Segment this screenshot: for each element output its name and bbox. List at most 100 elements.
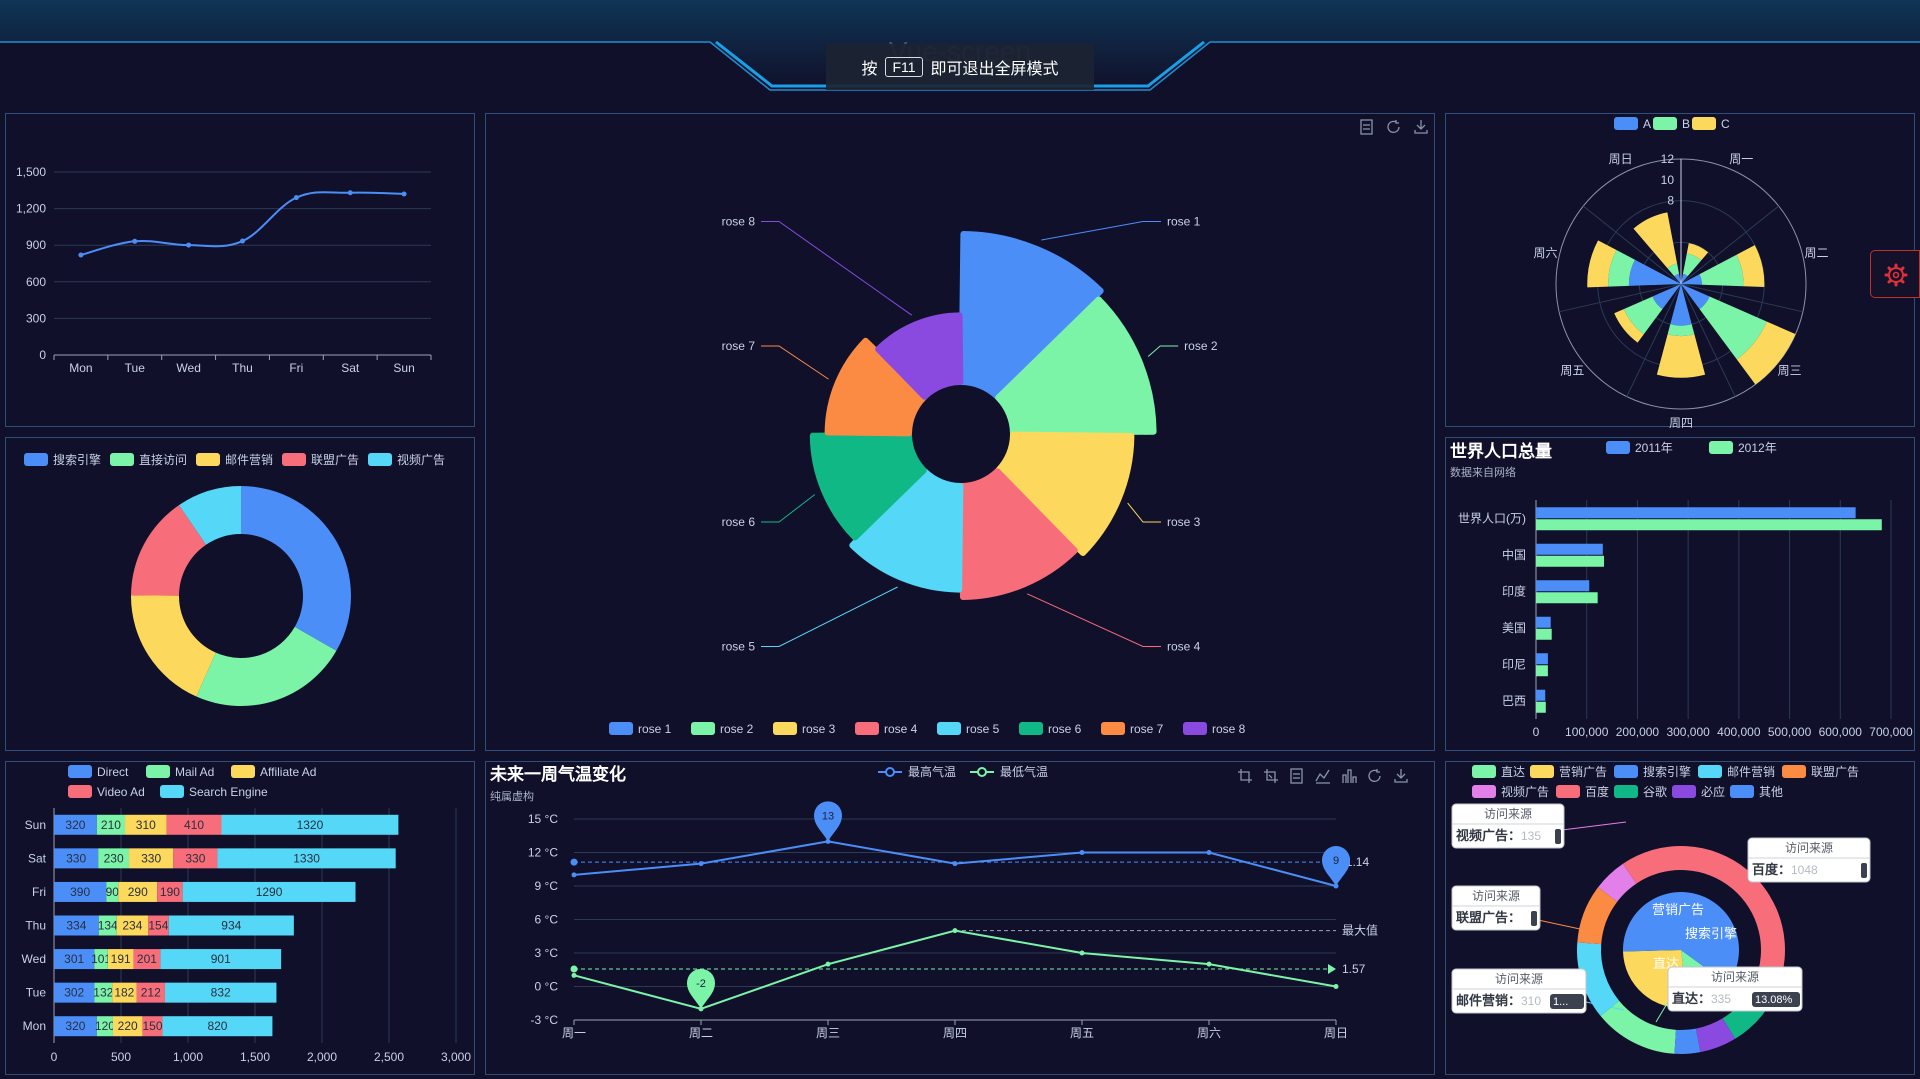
temp-legend-marker xyxy=(885,767,895,777)
settings-button[interactable] xyxy=(1870,250,1920,298)
stacked-bar-label: 134 xyxy=(98,919,118,933)
donut-legend-swatch[interactable] xyxy=(368,453,392,466)
stacked-bar-label: 901 xyxy=(211,952,231,966)
polar-bar[interactable] xyxy=(1633,212,1678,269)
mark-pin: -2 xyxy=(687,968,715,1009)
y-tick-label: 15 °C xyxy=(528,812,558,826)
stacked-bar-label: 334 xyxy=(66,919,86,933)
population-bar[interactable] xyxy=(1536,555,1605,567)
y-tick-label: 600 xyxy=(26,275,46,289)
rose-legend-swatch[interactable] xyxy=(691,722,715,735)
icon-part xyxy=(1387,120,1400,133)
nested-legend-swatch[interactable] xyxy=(1782,765,1806,778)
mark-pin: 9 xyxy=(1322,846,1350,886)
polar-legend-swatch[interactable] xyxy=(1614,117,1638,130)
rose-legend-swatch[interactable] xyxy=(1183,722,1207,735)
population-bar[interactable] xyxy=(1536,665,1548,677)
polar-legend-label: A xyxy=(1643,117,1651,131)
population-bar[interactable] xyxy=(1536,701,1546,713)
temp-point xyxy=(825,961,831,967)
population-bar[interactable] xyxy=(1536,689,1546,701)
polar-legend-swatch[interactable] xyxy=(1692,117,1716,130)
nested-slice[interactable] xyxy=(1600,1000,1676,1054)
stacked-legend-swatch[interactable] xyxy=(160,785,184,798)
callout-name: 百度： xyxy=(1752,862,1791,877)
donut-legend-swatch[interactable] xyxy=(282,453,306,466)
population-bar[interactable] xyxy=(1536,592,1598,604)
rose-legend-swatch[interactable] xyxy=(609,722,633,735)
line-type-icon[interactable] xyxy=(1315,769,1330,784)
x-tick-label: 500 xyxy=(111,1050,131,1064)
stacked-legend-swatch[interactable] xyxy=(146,765,170,778)
nested-legend-swatch[interactable] xyxy=(1556,785,1580,798)
rose-legend-swatch[interactable] xyxy=(1019,722,1043,735)
save-image-icon[interactable] xyxy=(1394,769,1408,783)
population-bar[interactable] xyxy=(1536,628,1552,640)
donut-legend-swatch[interactable] xyxy=(110,453,134,466)
callout-badge: 1... xyxy=(1553,996,1568,1008)
nested-legend-swatch[interactable] xyxy=(1614,765,1638,778)
donut-legend-swatch[interactable] xyxy=(196,453,220,466)
population-bar[interactable] xyxy=(1536,653,1548,665)
stacked-legend-swatch[interactable] xyxy=(68,765,92,778)
donut-legend-swatch[interactable] xyxy=(24,453,48,466)
rose-label: rose 6 xyxy=(722,515,756,529)
callout-value: 1048 xyxy=(1791,863,1818,877)
stacked-legend-swatch[interactable] xyxy=(68,785,92,798)
polar-bar[interactable] xyxy=(1699,254,1744,287)
rose-legend-swatch[interactable] xyxy=(1101,722,1125,735)
population-legend-label: 2012年 xyxy=(1738,441,1777,455)
stacked-bar-label: 320 xyxy=(65,818,85,832)
nested-legend-swatch[interactable] xyxy=(1672,785,1696,798)
rose-legend-swatch[interactable] xyxy=(773,722,797,735)
population-bar[interactable] xyxy=(1536,507,1856,519)
avg-low-arrow xyxy=(1328,963,1336,974)
rose-label-line xyxy=(1026,593,1161,647)
population-legend-swatch[interactable] xyxy=(1606,441,1630,454)
restore-icon[interactable] xyxy=(1368,769,1381,782)
callout-line xyxy=(1561,821,1627,831)
x-tick-label: Sat xyxy=(341,361,360,375)
donut-slice[interactable] xyxy=(196,626,337,706)
nested-legend-swatch[interactable] xyxy=(1472,785,1496,798)
population-bar[interactable] xyxy=(1536,616,1551,628)
polar-category-label: 周四 xyxy=(1669,416,1693,428)
stacked-legend-swatch[interactable] xyxy=(231,765,255,778)
nested-legend-swatch[interactable] xyxy=(1530,765,1554,778)
icon-part xyxy=(1290,768,1303,784)
x-tick-label: Fri xyxy=(289,361,303,375)
population-bar[interactable] xyxy=(1536,580,1590,592)
x-tick-label: 400,000 xyxy=(1717,725,1761,739)
population-legend-swatch[interactable] xyxy=(1709,441,1733,454)
rose-legend-swatch[interactable] xyxy=(937,722,961,735)
zoom-icon[interactable] xyxy=(1238,769,1252,783)
nested-legend-swatch[interactable] xyxy=(1698,765,1722,778)
nested-legend-swatch[interactable] xyxy=(1472,765,1496,778)
x-tick-label: 100,000 xyxy=(1565,725,1609,739)
bar-type-icon[interactable] xyxy=(1342,769,1357,783)
temperature-chart-panel: 未来一周气温变化 纯属虚构 最高气温 最低气温 -3 °C 0 °C 3 °C 6 °C 9 °… xyxy=(485,761,1435,1075)
donut-slice[interactable] xyxy=(241,486,351,651)
restore-icon[interactable] xyxy=(1387,120,1400,133)
line-point xyxy=(78,252,84,258)
line-point xyxy=(240,238,245,244)
data-view-icon[interactable] xyxy=(1360,119,1373,135)
population-bar[interactable] xyxy=(1536,519,1882,531)
polar-legend-swatch[interactable] xyxy=(1653,117,1677,130)
polar-bar[interactable] xyxy=(1656,334,1706,378)
nested-slice[interactable] xyxy=(1674,1028,1701,1054)
polar-bar[interactable] xyxy=(1667,324,1695,337)
donut-legend-label: 邮件营销 xyxy=(225,453,273,467)
line-chart: 0 300 600 900 1,200 1,500 Mon Tue Wed Thu Fri Sat Su… xyxy=(16,165,432,375)
nested-legend-swatch[interactable] xyxy=(1730,785,1754,798)
nested-legend-swatch[interactable] xyxy=(1614,785,1638,798)
population-bar[interactable] xyxy=(1536,543,1603,555)
zoom-reset-icon[interactable] xyxy=(1264,769,1278,783)
rose-label: rose 7 xyxy=(722,339,756,353)
nested-pie-chart: 直达 营销广告 搜索引擎 邮件营销 联盟广告视频广告 百度 谷歌 必应 其他营销广告搜索引擎直达… xyxy=(1451,764,1871,1054)
temp-series-line xyxy=(573,929,1337,1010)
rose-legend-swatch[interactable] xyxy=(855,722,879,735)
save-image-icon[interactable] xyxy=(1414,120,1428,134)
x-tick-label: 200,000 xyxy=(1616,725,1660,739)
data-view-icon[interactable] xyxy=(1290,768,1303,784)
